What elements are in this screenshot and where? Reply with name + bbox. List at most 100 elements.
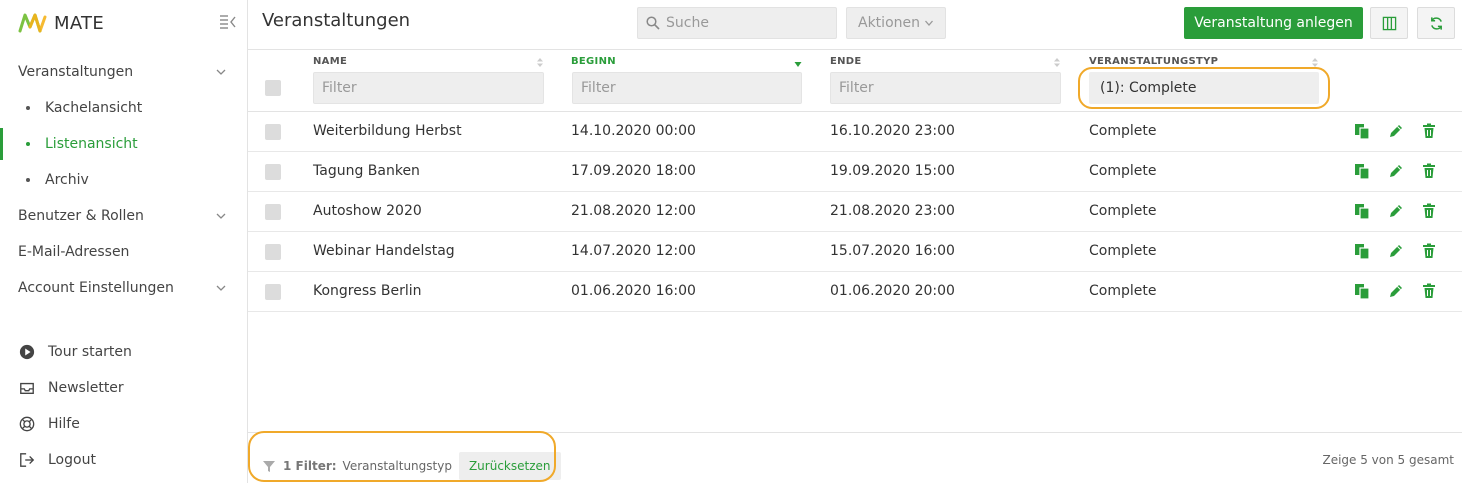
cell-ende: 19.09.2020 15:00 <box>830 163 955 179</box>
cell-ende: 15.07.2020 16:00 <box>830 243 955 259</box>
collapse-sidebar-icon[interactable] <box>219 14 237 30</box>
delete-icon[interactable] <box>1420 162 1438 180</box>
sidebar-item-account-einstellungen[interactable]: Account Einstellungen <box>0 270 247 306</box>
reset-filter-button[interactable]: Zurücksetzen <box>458 452 561 480</box>
hilfe-link[interactable]: Hilfe <box>0 406 247 442</box>
sort-desc-icon[interactable] <box>794 59 802 70</box>
cell-name: Webinar Handelstag <box>313 243 455 259</box>
cell-name: Weiterbildung Herbst <box>313 123 462 139</box>
sidebar-item-veranstaltungen[interactable]: Veranstaltungen <box>0 54 247 90</box>
chevron-down-icon <box>925 20 933 26</box>
column-header-veranstaltungstyp[interactable]: VERANSTALTUNGSTYP <box>1089 56 1218 67</box>
copy-icon[interactable] <box>1353 242 1371 260</box>
column-header-ende[interactable]: ENDE <box>830 56 862 67</box>
sort-icon[interactable] <box>536 57 544 68</box>
logout-link[interactable]: Logout <box>0 442 247 478</box>
refresh-button[interactable] <box>1417 7 1455 39</box>
search-input[interactable] <box>666 15 826 31</box>
cell-veranstaltungstyp: Complete <box>1089 123 1157 139</box>
edit-icon[interactable] <box>1387 202 1405 220</box>
delete-icon[interactable] <box>1420 242 1438 260</box>
newsletter-link[interactable]: Newsletter <box>0 370 247 406</box>
row-checkbox[interactable] <box>265 124 281 140</box>
sidebar-item-listenansicht[interactable]: Listenansicht <box>0 126 247 162</box>
sidebar-nav: Veranstaltungen Kachelansicht Listenansi… <box>0 54 247 306</box>
sort-icon[interactable] <box>1311 57 1319 68</box>
logout-icon <box>18 451 36 469</box>
cell-name: Kongress Berlin <box>313 283 422 299</box>
copy-icon[interactable] <box>1353 122 1371 140</box>
edit-icon[interactable] <box>1387 242 1405 260</box>
cell-beginn: 14.10.2020 00:00 <box>571 123 696 139</box>
delete-icon[interactable] <box>1420 282 1438 300</box>
search-icon <box>646 16 660 30</box>
cell-beginn: 14.07.2020 12:00 <box>571 243 696 259</box>
sidebar-bottom-nav: Tour starten Newsletter Hilfe Logout <box>0 334 247 478</box>
logout-label: Logout <box>48 452 96 468</box>
veranstaltungstyp-filter-select[interactable]: (1): Complete <box>1089 72 1319 104</box>
row-checkbox[interactable] <box>265 204 281 220</box>
chevron-down-icon <box>216 69 226 75</box>
table-row[interactable]: Tagung Banken 17.09.2020 18:00 19.09.2020 … <box>248 152 1462 192</box>
delete-icon[interactable] <box>1420 202 1438 220</box>
sidebar-item-label: Account Einstellungen <box>18 280 174 296</box>
cell-beginn: 01.06.2020 16:00 <box>571 283 696 299</box>
actions-label: Aktionen <box>858 15 920 31</box>
column-header-beginn[interactable]: BEGINN <box>571 56 616 67</box>
play-circle-icon <box>18 343 36 361</box>
mate-logo-icon <box>18 13 47 33</box>
edit-icon[interactable] <box>1387 122 1405 140</box>
sidebar-item-archiv[interactable]: Archiv <box>0 162 247 198</box>
result-summary: Zeige 5 von 5 gesamt <box>1322 453 1454 467</box>
active-filter-info: 1 Filter: Veranstaltungstyp Zurücksetzen <box>262 452 561 480</box>
table-footer: 1 Filter: Veranstaltungstyp Zurücksetzen… <box>248 431 1462 483</box>
sidebar-item-kachelansicht[interactable]: Kachelansicht <box>0 90 247 126</box>
events-table: NAME BEGINN ENDE VERANSTALTUNGSTYP (1): … <box>248 50 1462 312</box>
sidebar-item-benutzer-rollen[interactable]: Benutzer & Rollen <box>0 198 247 234</box>
tour-starten-link[interactable]: Tour starten <box>0 334 247 370</box>
select-all-checkbox[interactable] <box>265 80 281 96</box>
hilfe-label: Hilfe <box>48 416 80 432</box>
row-checkbox[interactable] <box>265 244 281 260</box>
header: Veranstaltungen Aktionen Veranstaltung a… <box>248 0 1462 50</box>
create-event-button[interactable]: Veranstaltung anlegen <box>1184 7 1363 39</box>
row-checkbox[interactable] <box>265 284 281 300</box>
copy-icon[interactable] <box>1353 282 1371 300</box>
table-row[interactable]: Webinar Handelstag 14.07.2020 12:00 15.07.… <box>248 232 1462 272</box>
page-title: Veranstaltungen <box>262 10 411 31</box>
sidebar-item-email-adressen[interactable]: E-Mail-Adressen <box>0 234 247 270</box>
copy-icon[interactable] <box>1353 202 1371 220</box>
cell-veranstaltungstyp: Complete <box>1089 203 1157 219</box>
delete-icon[interactable] <box>1420 122 1438 140</box>
edit-icon[interactable] <box>1387 282 1405 300</box>
sidebar-item-label: Listenansicht <box>45 136 138 152</box>
search-box[interactable] <box>637 7 837 39</box>
table-row[interactable]: Autoshow 2020 21.08.2020 12:00 21.08.2020 … <box>248 192 1462 232</box>
cell-ende: 16.10.2020 23:00 <box>830 123 955 139</box>
actions-dropdown[interactable]: Aktionen <box>846 7 946 39</box>
columns-button[interactable] <box>1370 7 1408 39</box>
sidebar: MATE Veranstaltungen Kachelansicht Liste… <box>0 0 248 483</box>
table-body: Weiterbildung Herbst 14.10.2020 00:00 16.1… <box>248 112 1462 312</box>
sidebar-item-label: Veranstaltungen <box>18 64 134 80</box>
name-filter-input[interactable] <box>313 72 544 104</box>
chevron-down-icon <box>216 285 226 291</box>
edit-icon[interactable] <box>1387 162 1405 180</box>
beginn-filter-input[interactable] <box>572 72 802 104</box>
cell-beginn: 21.08.2020 12:00 <box>571 203 696 219</box>
cell-name: Tagung Banken <box>313 163 420 179</box>
logo[interactable]: MATE <box>18 10 104 36</box>
table-row[interactable]: Kongress Berlin 01.06.2020 16:00 01.06.202… <box>248 272 1462 312</box>
cell-name: Autoshow 2020 <box>313 203 422 219</box>
refresh-icon <box>1430 16 1442 30</box>
cell-veranstaltungstyp: Complete <box>1089 163 1157 179</box>
bullet-icon <box>26 142 30 146</box>
row-checkbox[interactable] <box>265 164 281 180</box>
ende-filter-input[interactable] <box>830 72 1061 104</box>
column-header-name[interactable]: NAME <box>313 56 347 67</box>
sort-icon[interactable] <box>1053 57 1061 68</box>
copy-icon[interactable] <box>1353 162 1371 180</box>
table-row[interactable]: Weiterbildung Herbst 14.10.2020 00:00 16.1… <box>248 112 1462 152</box>
cell-ende: 01.06.2020 20:00 <box>830 283 955 299</box>
chevron-down-icon <box>216 213 226 219</box>
